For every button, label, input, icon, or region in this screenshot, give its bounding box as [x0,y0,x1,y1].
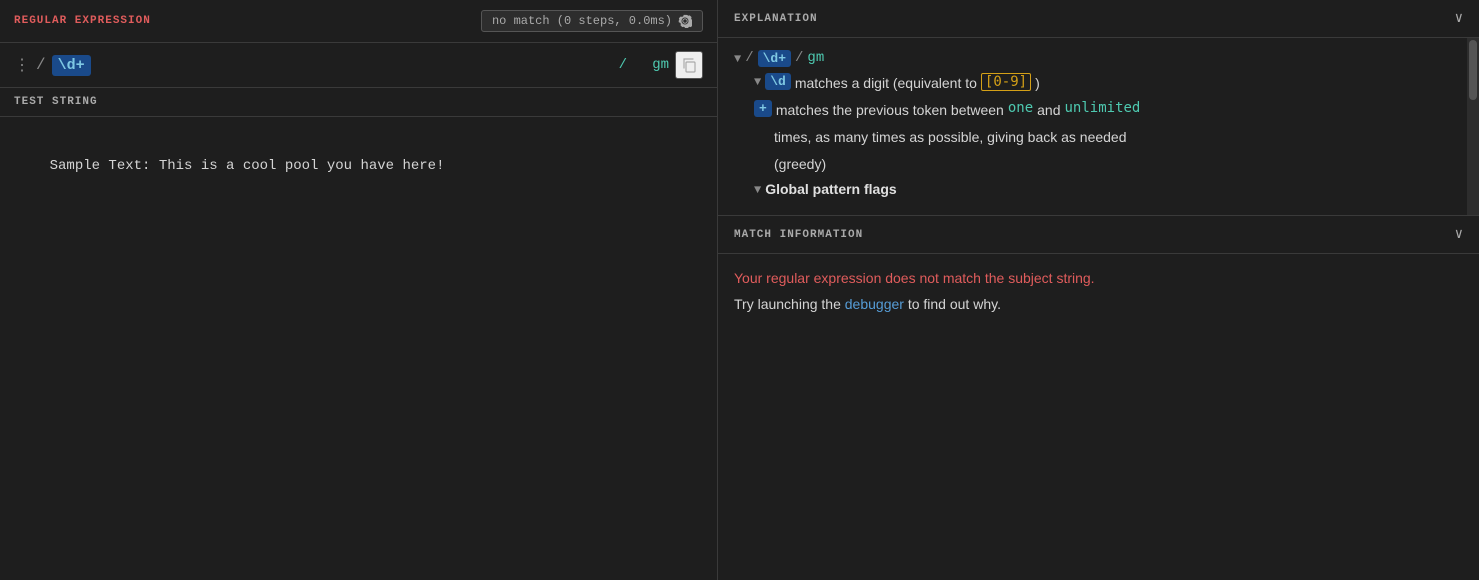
find-out-text: to find out why. [908,296,1001,312]
exp-line-4: times, as many times as possible, giving… [734,125,1463,150]
exp-line-1: ▼ / \d+ / gm [734,48,1463,69]
exp-one-text: one [1008,100,1033,116]
triangle-global-icon[interactable]: ▼ [754,183,761,197]
try-launching-text: Try launching the [734,296,845,312]
gear-icon[interactable] [678,14,692,28]
exp-digit-text: matches a digit (equivalent to [795,73,977,94]
explanation-header: EXPLANATION ∨ [718,0,1479,38]
exp-slash-2: / [795,50,803,66]
flags-gm: gm [652,57,669,73]
drag-handle-icon[interactable]: ⋮ [14,55,30,75]
exp-slash-1: / [745,50,753,66]
regex-token[interactable]: \d+ [52,55,91,76]
triangle-down-icon[interactable]: ▼ [734,52,741,66]
exp-closing-paren: ) [1035,73,1040,94]
explanation-scrollbar[interactable] [1467,38,1479,215]
exp-global-flags-text: Global pattern flags [765,181,896,197]
explanation-title: EXPLANATION [734,13,818,25]
regex-input-row: ⋮ / \d+ / gm [0,43,717,88]
debugger-link-row: Try launching the debugger to find out w… [734,296,1463,312]
exp-plus-token: + [754,100,772,117]
test-string-title: TEST STRING [14,96,98,108]
scrollbar-thumb[interactable] [1469,40,1477,100]
exp-greedy-text: (greedy) [774,154,826,175]
match-info-chevron-icon[interactable]: ∨ [1455,226,1463,243]
exp-plus-text1: matches the previous token between [776,100,1004,121]
status-text: no match (0 steps, 0.0ms) [492,14,672,28]
test-string-header: TEST STRING [0,88,717,117]
match-info-body: Your regular expression does not match t… [718,254,1479,328]
explanation-section: EXPLANATION ∨ ▼ / \d+ / gm ▼ \d matches … [718,0,1479,216]
regex-flags: / gm [619,57,669,73]
exp-line-6: ▼ Global pattern flags [734,179,1463,199]
no-match-text: Your regular expression does not match t… [734,270,1463,286]
exp-line-3: + matches the previous token between one… [734,98,1463,123]
test-string-content: Sample Text: This is a cool pool you hav… [50,158,445,174]
open-slash: / [36,56,46,74]
exp-unlimited-text: unlimited [1065,100,1141,116]
match-info-section: MATCH INFORMATION ∨ Your regular express… [718,216,1479,580]
right-panel: EXPLANATION ∨ ▼ / \d+ / gm ▼ \d matches … [718,0,1479,580]
copy-button[interactable] [675,51,703,79]
exp-flags-token: gm [807,50,824,66]
triangle-d-icon[interactable]: ▼ [754,75,761,89]
explanation-chevron-icon[interactable]: ∨ [1455,10,1463,27]
left-panel: REGULAR EXPRESSION no match (0 steps, 0.… [0,0,718,580]
regex-title: REGULAR EXPRESSION [14,15,151,27]
match-info-header: MATCH INFORMATION ∨ [718,216,1479,254]
exp-line-2: ▼ \d matches a digit (equivalent to [0-9… [734,71,1463,96]
slash-close: / [619,57,627,73]
status-badge: no match (0 steps, 0.0ms) [481,10,703,32]
match-info-title: MATCH INFORMATION [734,229,863,241]
exp-char-class-token: [0-9] [981,73,1031,91]
test-string-area[interactable]: Sample Text: This is a cool pool you hav… [0,117,717,580]
exp-backslash-d-token: \d [765,73,791,90]
exp-times-text: times, as many times as possible, giving… [774,127,1127,148]
exp-token-d-plus: \d+ [758,50,791,67]
exp-and-text: and [1037,100,1060,121]
explanation-body: ▼ / \d+ / gm ▼ \d matches a digit (equiv… [718,38,1479,215]
debugger-link[interactable]: debugger [845,296,904,312]
exp-line-5: (greedy) [734,152,1463,177]
regex-header-left: REGULAR EXPRESSION [14,15,151,27]
regex-header: REGULAR EXPRESSION no match (0 steps, 0.… [0,0,717,43]
